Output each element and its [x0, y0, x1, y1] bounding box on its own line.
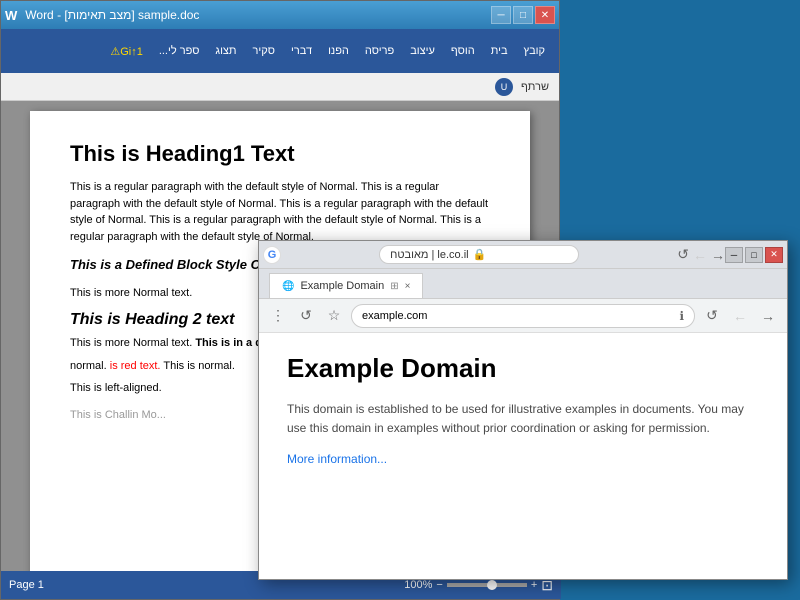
- toolbar2-avatar: U: [495, 78, 513, 96]
- word-toolbar2: שרתף U: [1, 73, 559, 101]
- browser-url-bar[interactable]: example.com ℹ: [351, 304, 695, 328]
- word-close-button[interactable]: ✕: [535, 6, 555, 24]
- ribbon-tab-home[interactable]: בית: [485, 41, 514, 61]
- word-mixed-text1: This is more Normal text.: [70, 337, 192, 349]
- ribbon-tab-references[interactable]: הפנו: [322, 41, 355, 61]
- browser-win-controls: ─ □ ✕: [725, 247, 783, 263]
- word-normal-suffix: This is normal.: [163, 360, 235, 372]
- word-heading1: This is Heading1 Text: [70, 141, 490, 167]
- word-maximize-button[interactable]: □: [513, 6, 533, 24]
- word-ribbon: קובץ בית הוסף עיצוב פריסה הפנו דברי סקיר…: [1, 29, 559, 73]
- word-titlebar: W Word - [מצב תאימות] sample.doc ─ □ ✕: [1, 1, 559, 29]
- browser-url-top: מאובטח | le.co.il: [390, 249, 468, 261]
- ribbon-tab-design[interactable]: עיצוב: [404, 41, 441, 61]
- browser-content: Example Domain This domain is establishe…: [259, 333, 787, 581]
- browser-back-button[interactable]: ←: [729, 305, 751, 327]
- browser-tab-label: Example Domain: [300, 280, 384, 292]
- word-title: Word - [מצב תאימות] sample.doc: [25, 8, 199, 22]
- browser-maximize-button[interactable]: □: [745, 247, 763, 263]
- ribbon-tab-layout[interactable]: פריסה: [359, 41, 400, 61]
- browser-reload-top[interactable]: ↺: [677, 246, 689, 263]
- toolbar2-share[interactable]: שרתף: [517, 79, 553, 95]
- browser-refresh-button[interactable]: ↺: [701, 305, 723, 327]
- ribbon-tab-view[interactable]: תצוג: [209, 41, 242, 61]
- browser-more-info-link[interactable]: More information...: [287, 452, 387, 466]
- info-icon: ℹ: [679, 309, 684, 323]
- ribbon-tab-mailings[interactable]: דברי: [285, 41, 318, 61]
- browser-tab-close-icon: ⊞: [390, 281, 398, 292]
- browser-back-top[interactable]: ←: [693, 247, 707, 263]
- lock-icon-top: 🔒: [473, 248, 487, 261]
- browser-titlebar: G מאובטח | le.co.il 🔒 ↺ ← → ─ □ ✕: [259, 241, 787, 269]
- browser-menu-button[interactable]: ⋮: [267, 305, 289, 327]
- browser-minimize-button[interactable]: ─: [725, 247, 743, 263]
- word-zoom-thumb: [487, 580, 497, 590]
- browser-forward-button[interactable]: →: [757, 305, 779, 327]
- google-icon: G: [263, 246, 281, 264]
- tab-favicon: 🌐: [282, 281, 294, 292]
- ribbon-tab-tellme[interactable]: ספר לי...: [153, 41, 206, 61]
- ribbon-tab-gi[interactable]: Gi↑1⚠: [104, 41, 149, 62]
- word-app-icon: W: [5, 8, 17, 23]
- browser-url-text: example.com: [362, 310, 427, 322]
- browser-content-para: This domain is established to be used fo…: [287, 400, 759, 438]
- browser-reload-button[interactable]: ↺: [295, 305, 317, 327]
- word-zoom-slider[interactable]: [447, 583, 527, 587]
- ribbon-tab-insert[interactable]: הוסף: [445, 41, 481, 61]
- word-red-text: is red text.: [110, 360, 161, 372]
- browser-tab-example[interactable]: 🌐 Example Domain ⊞ ×: [269, 273, 423, 298]
- ribbon-tab-file[interactable]: קובץ: [518, 41, 551, 61]
- browser-tab-close-button[interactable]: ×: [405, 281, 411, 292]
- ribbon-tab-review[interactable]: סקיר: [247, 41, 281, 61]
- word-para1: This is a regular paragraph with the def…: [70, 179, 490, 245]
- word-page-info: Page 1: [9, 579, 44, 591]
- browser-window: G מאובטח | le.co.il 🔒 ↺ ← → ─ □ ✕ 🌐 Exam…: [258, 240, 788, 580]
- browser-tabs: 🌐 Example Domain ⊞ ×: [259, 269, 787, 299]
- browser-address-bar-top[interactable]: מאובטח | le.co.il 🔒: [379, 245, 579, 264]
- browser-forward-top[interactable]: →: [711, 247, 725, 263]
- browser-content-heading: Example Domain: [287, 353, 759, 384]
- browser-navbar: ⋮ ↺ ☆ example.com ℹ ↺ ← →: [259, 299, 787, 333]
- browser-bookmark-button[interactable]: ☆: [323, 305, 345, 327]
- word-minimize-button[interactable]: ─: [491, 6, 511, 24]
- browser-close-button[interactable]: ✕: [765, 247, 783, 263]
- word-win-controls: ─ □ ✕: [491, 6, 555, 24]
